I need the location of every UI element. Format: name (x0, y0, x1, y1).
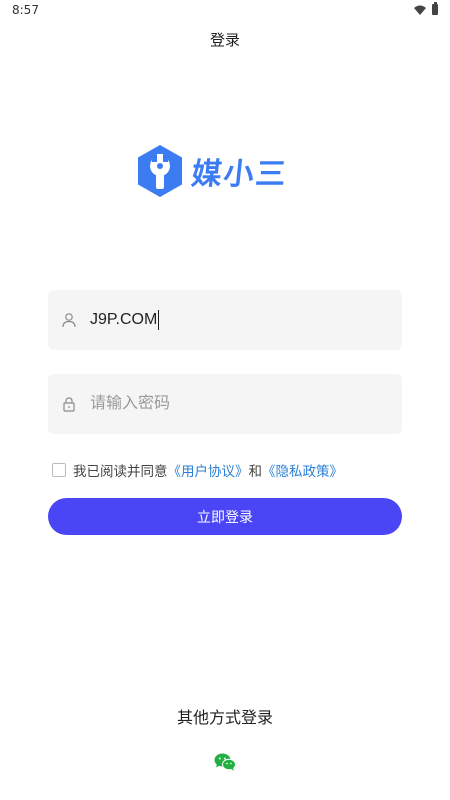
agreement-checkbox[interactable] (52, 463, 66, 477)
wrench-hexagon-icon (138, 145, 182, 197)
app-logo: 媒小三 (136, 144, 290, 198)
status-time: 8:57 (12, 3, 39, 17)
other-login-title: 其他方式登录 (176, 708, 273, 727)
status-icons (414, 2, 438, 15)
login-button[interactable]: 立即登录 (48, 498, 402, 535)
privacy-policy-link[interactable]: 《隐私政策》 (262, 460, 343, 480)
username-field[interactable]: J9P.COM (48, 290, 402, 350)
wifi-icon (414, 5, 426, 15)
password-input[interactable] (90, 374, 402, 434)
username-value[interactable]: J9P.COM (90, 311, 157, 329)
battery-icon (432, 2, 438, 15)
wechat-icon[interactable] (214, 753, 236, 771)
user-agreement-link[interactable]: 《用户协议》 (168, 460, 249, 480)
text-caret (158, 310, 160, 330)
lock-icon (63, 397, 75, 412)
brand-name: 媒小三 (189, 157, 290, 192)
agreement-prefix: 我已阅读并同意 (73, 464, 168, 480)
page-title: 登录 (209, 31, 240, 49)
agreement-row: 我已阅读并同意 《用户协议》 和 《隐私政策》 (52, 460, 343, 480)
user-icon (62, 313, 76, 328)
status-bar: 8:57 (0, 0, 450, 22)
password-field[interactable] (48, 374, 402, 434)
agreement-conjunction: 和 (248, 464, 263, 480)
